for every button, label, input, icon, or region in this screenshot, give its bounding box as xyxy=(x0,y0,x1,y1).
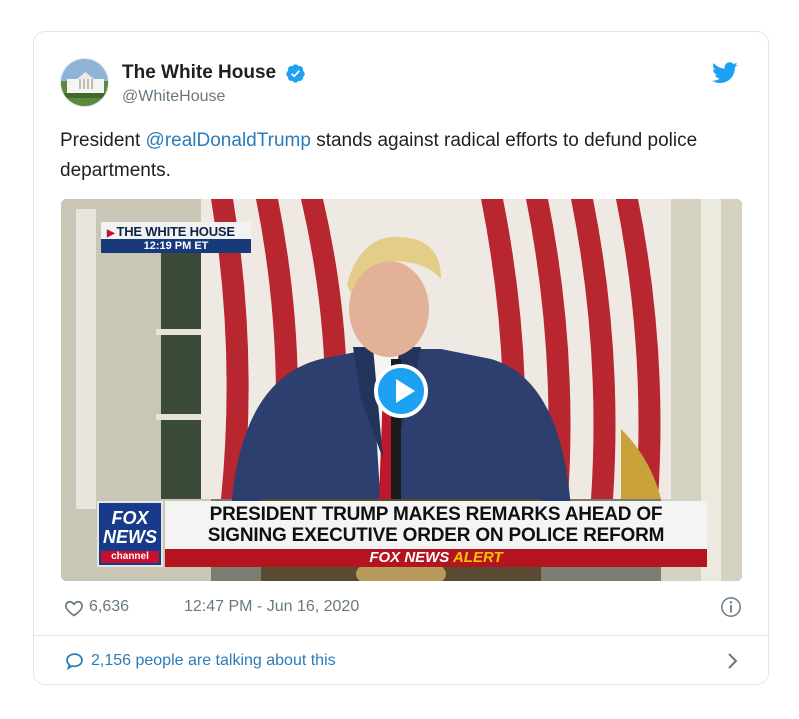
mention-link[interactable]: @realDonaldTrump xyxy=(146,130,311,151)
location-tag: ▶ THE WHITE HOUSE 12:19 PM ET xyxy=(101,222,251,253)
chyron-headline: PRESIDENT TRUMP MAKES REMARKS AHEAD OF S… xyxy=(165,501,707,549)
avatar[interactable] xyxy=(60,58,109,107)
play-icon xyxy=(396,379,415,403)
like-count[interactable]: 6,636 xyxy=(89,598,129,616)
account-names: The White House @WhiteHouse xyxy=(122,62,306,106)
embedded-tweet-card: The White House @WhiteHouse President @r… xyxy=(33,31,769,685)
heart-icon[interactable] xyxy=(64,598,84,618)
alert-bar: FOX NEWS ALERT xyxy=(165,549,707,567)
chevron-right-icon[interactable] xyxy=(726,651,740,671)
triangle-icon: ▶ xyxy=(107,228,115,239)
alert-brand: FOX NEWS xyxy=(369,549,450,566)
tweet-header: The White House @WhiteHouse xyxy=(60,56,744,112)
headline-line-2: SIGNING EXECUTIVE ORDER ON POLICE REFORM xyxy=(207,525,665,546)
location-time: 12:19 PM ET xyxy=(101,239,251,253)
reply-bubble-icon xyxy=(66,653,83,671)
divider xyxy=(34,635,768,636)
talking-about-label[interactable]: 2,156 people are talking about this xyxy=(91,652,336,670)
headline-line-1: PRESIDENT TRUMP MAKES REMARKS AHEAD OF xyxy=(209,504,663,525)
tweet-text-start: President xyxy=(60,130,146,151)
logo-line-3: channel xyxy=(101,551,159,563)
tweet-timestamp[interactable]: 12:47 PM - Jun 16, 2020 xyxy=(184,598,359,616)
video-media[interactable]: ▶ THE WHITE HOUSE 12:19 PM ET FOX NEWS ch… xyxy=(61,199,742,581)
tweet-meta-row: 6,636 12:47 PM - Jun 16, 2020 xyxy=(64,596,742,622)
news-chyron: FOX NEWS channel PRESIDENT TRUMP MAKES R… xyxy=(97,501,707,567)
fox-news-logo: FOX NEWS channel xyxy=(97,501,163,567)
account-display-name[interactable]: The White House xyxy=(122,62,276,84)
location-tag-label: THE WHITE HOUSE xyxy=(116,224,236,239)
info-icon[interactable] xyxy=(720,596,742,618)
play-button[interactable] xyxy=(374,364,428,418)
logo-line-2: NEWS xyxy=(103,527,157,547)
verified-badge-icon xyxy=(285,63,305,83)
talking-about-row[interactable]: 2,156 people are talking about this xyxy=(64,649,742,675)
tweet-text: President @realDonaldTrump stands agains… xyxy=(60,126,740,186)
account-handle[interactable]: @WhiteHouse xyxy=(122,88,306,106)
logo-line-1: FOX xyxy=(111,508,149,528)
twitter-bird-icon[interactable] xyxy=(712,62,738,84)
alert-word: ALERT xyxy=(452,549,503,566)
white-house-avatar-image xyxy=(61,59,108,106)
